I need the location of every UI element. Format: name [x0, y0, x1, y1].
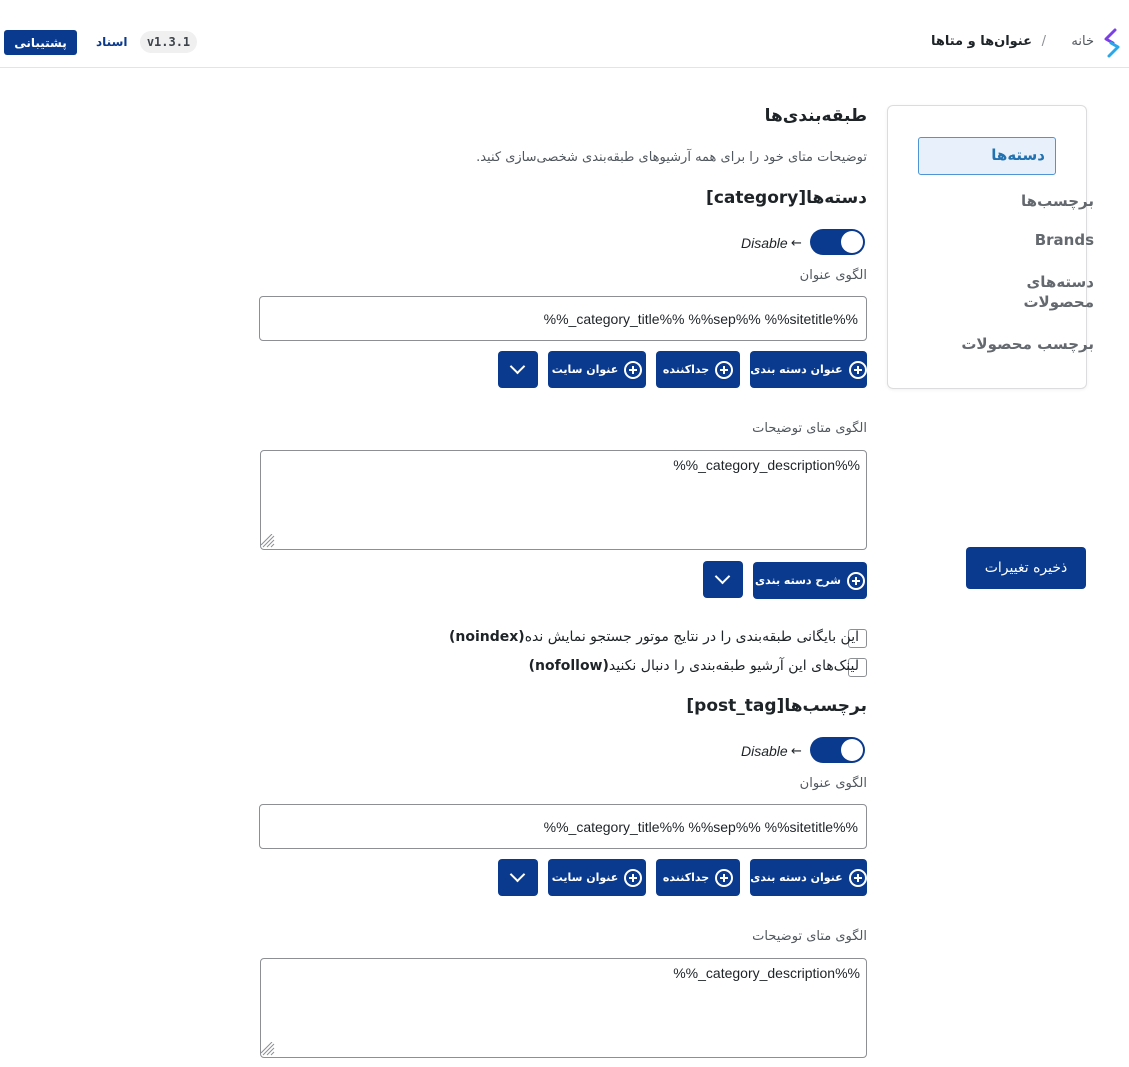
- toggle-label: Disable: [741, 743, 788, 759]
- category-toggle[interactable]: [810, 229, 865, 255]
- post-tag-toggle[interactable]: [810, 737, 865, 763]
- breadcrumb-home[interactable]: خانه: [1071, 34, 1094, 49]
- title-pattern-label: الگوی عنوان: [799, 776, 867, 791]
- support-button[interactable]: پشتیبانی: [4, 30, 77, 55]
- plus-circle-icon: [624, 868, 643, 887]
- post-tag-description-textarea[interactable]: %%category_description_%%: [260, 958, 867, 1058]
- category-title-input[interactable]: [259, 296, 867, 341]
- resize-handle-icon[interactable]: [261, 534, 275, 548]
- insert-separator-button[interactable]: جداکننده: [656, 859, 740, 896]
- arrow-left-icon: ←: [791, 236, 802, 251]
- sidebar-item-label[interactable]: دسته‌ها: [991, 146, 1045, 164]
- docs-link[interactable]: اسناد: [96, 35, 127, 49]
- insert-site-title-button[interactable]: عنوان سایت: [548, 859, 646, 896]
- meta-description-label: الگوی متای توضیحات: [752, 929, 867, 944]
- title-pattern-label: الگوی عنوان: [799, 268, 867, 283]
- plus-circle-icon: [715, 868, 734, 887]
- insert-category-description-button[interactable]: شرح دسته بندی: [753, 562, 867, 599]
- insert-category-title-button[interactable]: عنوان دسته بندی: [750, 859, 867, 896]
- sidebar-item-tags[interactable]: برچسب‌ها: [1021, 191, 1094, 211]
- plus-circle-icon: [715, 360, 734, 379]
- page-description: توضیحات متای خود را برای همه آرشیوهای طب…: [476, 150, 867, 165]
- meta-description-label: الگوی متای توضیحات: [752, 421, 867, 436]
- chevron-down-icon: [509, 358, 526, 375]
- category-description-textarea[interactable]: %%category_description_%%: [260, 450, 867, 550]
- plus-circle-icon: [846, 571, 865, 590]
- brand-logo-icon[interactable]: [1101, 27, 1123, 59]
- sidebar-item-brands[interactable]: Brands: [1035, 230, 1094, 250]
- version-badge: v1.3.1: [140, 31, 197, 53]
- save-button[interactable]: ذخیره تغییرات: [966, 547, 1086, 589]
- more-description-variables-dropdown[interactable]: [703, 561, 743, 598]
- top-bar: خانه / عنوان‌ها و متاها پشتیبانی اسناد v…: [0, 0, 1129, 68]
- breadcrumb-separator: /: [1041, 34, 1046, 49]
- section-heading-post-tag: برچسب‌ها[post_tag]: [686, 696, 867, 716]
- chevron-down-icon: [509, 866, 526, 883]
- more-variables-dropdown[interactable]: [498, 351, 538, 388]
- sidebar-item-product-tags[interactable]: برچسب محصولات: [961, 334, 1094, 354]
- toggle-knob: [841, 231, 863, 253]
- insert-site-title-button[interactable]: عنوان سایت: [548, 351, 646, 388]
- arrow-left-icon: ←: [791, 744, 802, 759]
- plus-circle-icon: [624, 360, 643, 379]
- insert-category-title-button[interactable]: عنوان دسته بندی: [750, 351, 867, 388]
- resize-handle-icon[interactable]: [261, 1042, 275, 1056]
- toggle-label: Disable: [741, 235, 788, 251]
- toggle-knob: [841, 739, 863, 761]
- post-tag-title-input[interactable]: [259, 804, 867, 849]
- nofollow-label: لینک‌های این آرشیو طبقه‌بندی را دنبال نک…: [528, 658, 859, 674]
- insert-separator-button[interactable]: جداکننده: [656, 351, 740, 388]
- plus-circle-icon: [848, 360, 867, 379]
- page-title: طبقه‌بندی‌ها: [764, 106, 867, 126]
- more-variables-dropdown[interactable]: [498, 859, 538, 896]
- sidebar-item-product-categories[interactable]: دسته‌های محصولات: [994, 272, 1094, 312]
- plus-circle-icon: [848, 868, 867, 887]
- noindex-label: این بایگانی طبقه‌بندی را در نتایج موتور …: [448, 629, 859, 645]
- breadcrumb-current: عنوان‌ها و متاها: [930, 34, 1032, 49]
- section-heading-category: دسته‌ها[category]: [706, 188, 867, 208]
- chevron-down-icon: [714, 568, 731, 585]
